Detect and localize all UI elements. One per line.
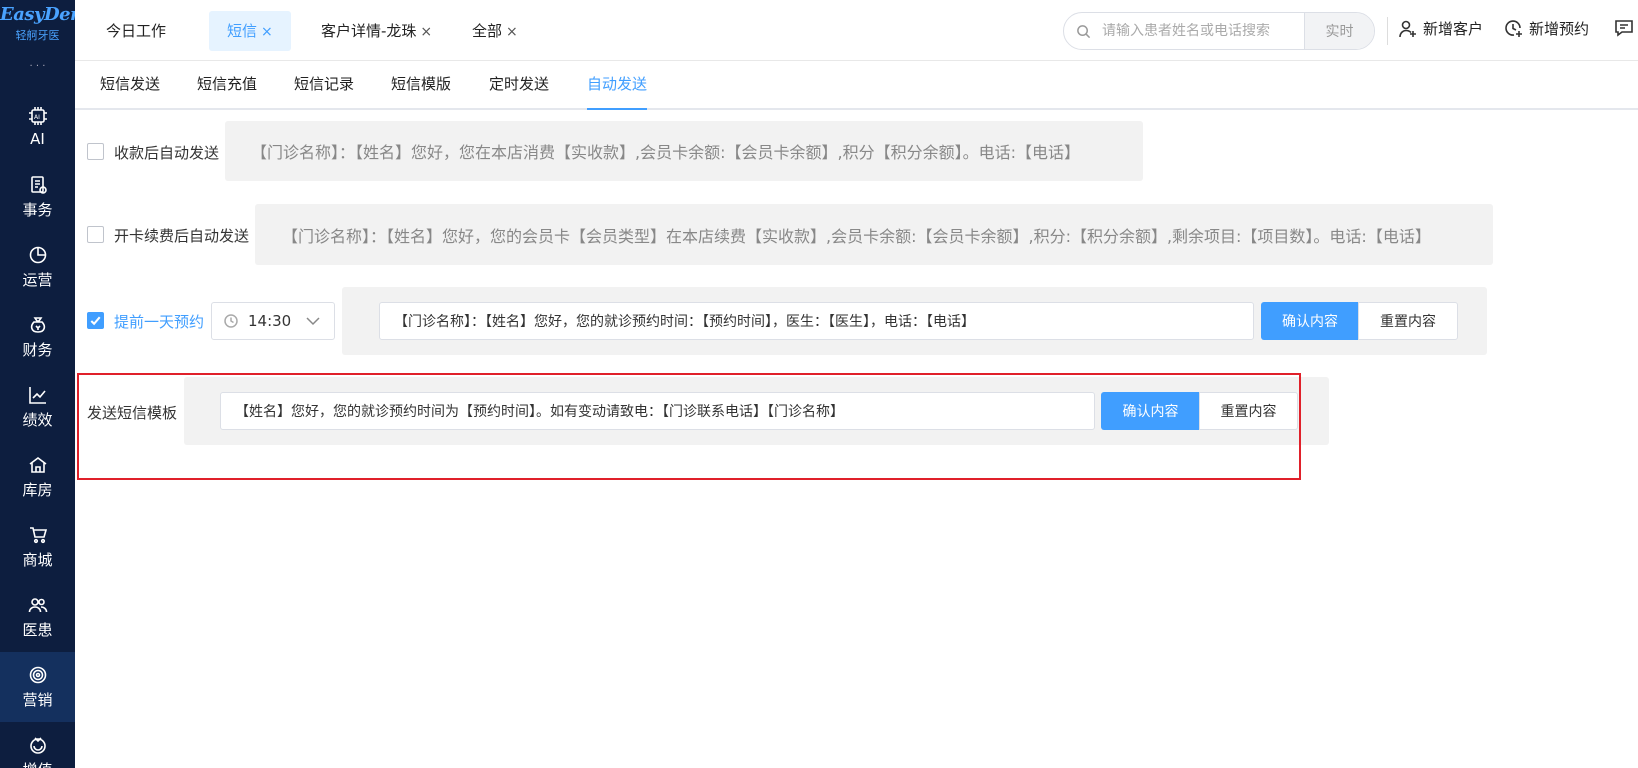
sidebar-item-label: 事务 xyxy=(22,200,53,219)
sidebar-item-ai[interactable]: AI AI xyxy=(0,92,75,162)
payment-auto-send-label: 收款后自动发送 xyxy=(114,144,220,162)
patient-search: 实时 xyxy=(1063,12,1375,50)
pie-chart-icon xyxy=(29,246,46,263)
svg-text:AI: AI xyxy=(34,114,40,121)
reminder-time-value: 14:30 xyxy=(248,312,292,330)
subtab-auto-send[interactable]: 自动发送 xyxy=(587,61,648,110)
money-bag-icon xyxy=(30,316,45,333)
sidebar-item-label: 绩效 xyxy=(22,410,53,429)
tab-label: 短信 xyxy=(227,22,258,40)
message-icon xyxy=(1615,20,1633,37)
add-appointment-icon xyxy=(1505,19,1522,37)
value-added-icon xyxy=(29,736,46,754)
users-icon xyxy=(28,597,47,612)
sidebar-item-label: 增值 xyxy=(22,759,52,768)
brand-subtitle: 轻舸牙医 xyxy=(15,29,60,42)
realtime-button[interactable]: 实时 xyxy=(1304,13,1374,49)
card-renewal-auto-send-checkbox[interactable] xyxy=(87,226,104,243)
target-icon xyxy=(29,666,46,683)
clock-icon xyxy=(224,314,238,328)
sidebar-item-performance[interactable]: 绩效 xyxy=(0,372,75,442)
sidebar-item-label: 库房 xyxy=(22,480,53,499)
add-customer-label: 新增客户 xyxy=(1423,20,1484,38)
sidebar-item-label: 医患 xyxy=(22,620,53,639)
sms-subtabs: 短信发送 短信充值 短信记录 短信模版 定时发送 自动发送 xyxy=(75,61,1638,110)
add-customer-button[interactable]: 新增客户 xyxy=(1398,18,1483,39)
send-template-confirm-button[interactable]: 确认内容 xyxy=(1101,392,1200,430)
subtab-scheduled-send[interactable]: 定时发送 xyxy=(489,61,549,110)
brand-name: EasyDent xyxy=(0,4,75,25)
sidebar-item-mall[interactable]: 商城 xyxy=(0,512,75,582)
sidebar-item-label: 商城 xyxy=(22,550,53,569)
sidebar-item-label: 运营 xyxy=(22,270,53,289)
add-appointment-label: 新增预约 xyxy=(1529,20,1590,38)
sidebar-item-operations[interactable]: 运营 xyxy=(0,232,75,302)
reminder-reset-button[interactable]: 重置内容 xyxy=(1358,302,1458,340)
sidebar-item-warehouse[interactable]: 库房 xyxy=(0,442,75,512)
send-template-reset-button[interactable]: 重置内容 xyxy=(1199,392,1298,430)
subtab-sms-records[interactable]: 短信记录 xyxy=(294,61,354,110)
send-template-label: 发送短信模板 xyxy=(87,404,178,422)
subtab-sms-send[interactable]: 短信发送 xyxy=(100,61,160,110)
sidebar: EasyDent 轻舸牙医 · · · AI AI 事务 运营 财务 绩效 库房… xyxy=(0,0,75,768)
scroll-indicator: · · · xyxy=(29,61,46,72)
check-icon xyxy=(90,316,101,326)
sidebar-item-label: 营销 xyxy=(22,690,53,709)
sidebar-item-marketing[interactable]: 营销 xyxy=(0,652,75,722)
search-input[interactable] xyxy=(1102,23,1304,39)
reminder-confirm-button[interactable]: 确认内容 xyxy=(1261,302,1359,340)
payment-auto-send-checkbox[interactable] xyxy=(87,143,104,160)
tab-customer-detail[interactable]: 客户详情-龙珠 × xyxy=(303,11,450,51)
brand-logo[interactable]: EasyDent 轻舸牙医 xyxy=(0,0,75,62)
tab-today-work[interactable]: 今日工作 xyxy=(88,11,184,51)
add-user-icon xyxy=(1399,20,1416,37)
ai-chip-icon: AI xyxy=(28,107,47,125)
task-icon xyxy=(30,175,47,194)
card-renewal-template-text: 【门诊名称】：【姓名】您好，您的会员卡【会员类型】在本店续费【实收款】,会员卡余… xyxy=(255,204,1493,265)
top-bar: 今日工作 短信× 客户详情-龙珠× 全部× 实时 新增客户 新增预约 xyxy=(75,0,1638,61)
close-icon[interactable]: × xyxy=(261,24,273,40)
sidebar-item-label: 财务 xyxy=(22,340,53,359)
line-chart-icon xyxy=(28,386,46,404)
close-icon[interactable]: × xyxy=(420,24,432,40)
send-template-input[interactable]: 【姓名】您好，您的就诊预约时间为【预约时间】。如有变动请致电：【门诊联系电话】【… xyxy=(220,392,1095,430)
reminder-checkbox[interactable] xyxy=(87,312,104,329)
search-icon xyxy=(1064,24,1102,39)
sidebar-item-finance[interactable]: 财务 xyxy=(0,302,75,372)
payment-template-text: 【门诊名称】：【姓名】您好，您在本店消费【实收款】,会员卡余额:【会员卡余额】,… xyxy=(225,121,1143,181)
card-renewal-auto-send-label: 开卡续费后自动发送 xyxy=(114,227,250,245)
sidebar-item-tasks[interactable]: 事务 xyxy=(0,162,75,232)
close-icon[interactable]: × xyxy=(506,24,518,40)
reminder-time-picker[interactable]: 14:30 xyxy=(211,302,335,340)
tab-all[interactable]: 全部 × xyxy=(454,11,536,51)
reminder-label: 提前一天预约 xyxy=(114,313,205,331)
chevron-down-icon xyxy=(306,316,320,326)
tab-sms[interactable]: 短信 × xyxy=(209,11,291,51)
subtab-sms-templates[interactable]: 短信模版 xyxy=(391,61,451,110)
messages-button[interactable] xyxy=(1614,18,1634,38)
subtab-sms-recharge[interactable]: 短信充值 xyxy=(197,61,257,110)
sidebar-item-patients[interactable]: 医患 xyxy=(0,582,75,652)
reminder-template-input[interactable]: 【门诊名称】：【姓名】您好，您的就诊预约时间：【预约时间】，医生：【医生】，电话… xyxy=(379,302,1254,340)
tab-label: 客户详情-龙珠 xyxy=(321,22,417,40)
warehouse-icon xyxy=(29,456,46,473)
add-appointment-button[interactable]: 新增预约 xyxy=(1504,18,1589,39)
divider xyxy=(1387,17,1388,45)
tab-label: 全部 xyxy=(472,22,503,40)
cart-icon xyxy=(29,526,47,543)
tab-label: 今日工作 xyxy=(106,22,167,40)
sidebar-item-label: AI xyxy=(30,130,45,148)
sidebar-item-value-added[interactable]: 增值 xyxy=(0,722,75,768)
